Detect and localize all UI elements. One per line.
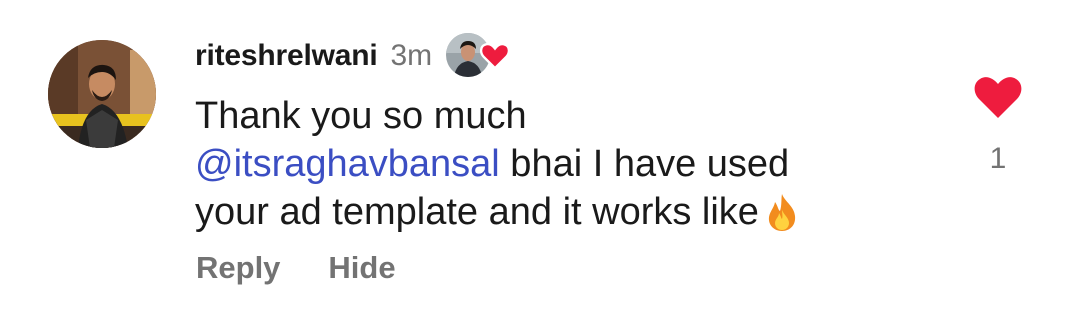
username-link[interactable]: riteshrelwani — [195, 39, 378, 73]
comment-line-3: your ad template and it works like — [195, 188, 915, 236]
comment-line-2: @itsraghavbansal bhai I have used — [195, 140, 915, 188]
mention-link[interactable]: @itsraghavbansal — [195, 143, 500, 185]
hide-button[interactable]: Hide — [328, 250, 395, 286]
creator-heart-icon — [480, 42, 511, 70]
avatar[interactable] — [48, 40, 156, 148]
comment-item: riteshrelwani 3m Thank you so much @itsr… — [0, 0, 1080, 314]
comment-line-1: Thank you so much — [195, 95, 527, 137]
comment-timestamp: 3m — [390, 39, 433, 72]
like-count: 1 — [989, 142, 1007, 175]
fire-icon — [768, 194, 796, 231]
comment-header: riteshrelwani 3m — [195, 33, 516, 77]
creator-liked-badge — [446, 31, 516, 81]
heart-icon[interactable] — [973, 74, 1023, 120]
comment-line-3-text: your ad template and it works like — [195, 191, 759, 233]
comment-line-2-text: bhai I have used — [499, 143, 790, 185]
reply-button[interactable]: Reply — [196, 250, 280, 286]
comment-body: Thank you so much @itsraghavbansal bhai … — [195, 92, 915, 236]
comment-actions: Reply Hide — [196, 250, 396, 286]
like-control: 1 — [960, 74, 1036, 176]
